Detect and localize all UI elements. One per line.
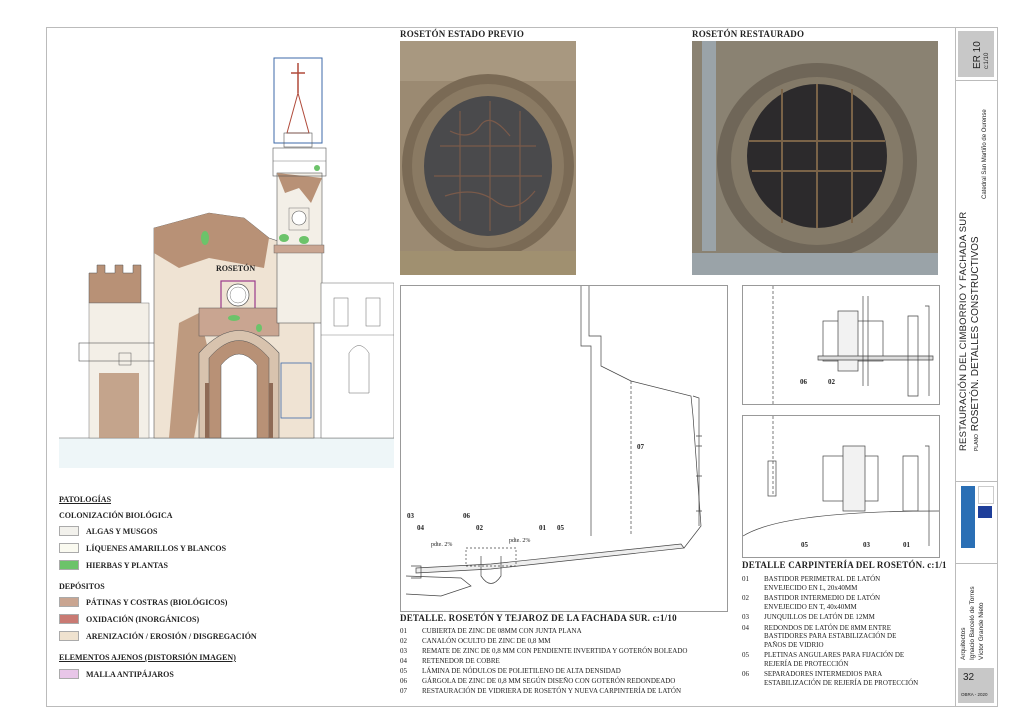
title-block: ER 10 c:1/10 Catedral San Martiño de Our… xyxy=(955,28,997,706)
carpentry-title: DETALLE CARPINTERÍA DEL ROSETÓN. c:1/1 xyxy=(742,560,947,570)
detail-label: 03 xyxy=(863,541,870,549)
legend-swatch xyxy=(59,669,79,679)
carpentry-top-drawing xyxy=(772,286,934,404)
note-row: 06 GÁRGOLA DE ZINC DE 0,8 MM SEGÚN DISEÑO… xyxy=(400,677,676,685)
photo-after-title: ROSETÓN RESTAURADO xyxy=(692,29,805,39)
slope-label: pdte. 2% xyxy=(509,538,531,544)
legend-item: OXIDACIÓN (INORGÁNICOS) xyxy=(59,614,199,624)
detail-label: 05 xyxy=(801,541,808,549)
architect-name: Ignacio Barceló de Torres xyxy=(969,586,976,660)
detail-label: 02 xyxy=(828,378,835,386)
ministry-logo xyxy=(978,486,994,504)
carpentry-detail-top: 06 02 xyxy=(742,285,940,405)
sheet-scale: c:1/10 xyxy=(984,52,990,69)
legend-group-heading: DEPÓSITOS xyxy=(59,582,105,591)
legend-swatch xyxy=(59,597,79,607)
legend-swatch xyxy=(59,614,79,624)
detail-label: 03 xyxy=(407,512,414,520)
foreign-elements-title: ELEMENTOS AJENOS (DISTORSIÓN IMAGEN) xyxy=(59,653,236,662)
legend-swatch xyxy=(59,560,79,570)
carpentry-bottom-drawing xyxy=(742,416,940,546)
photo-before-title: ROSETÓN ESTADO PREVIO xyxy=(400,29,525,39)
note-row: 01 BASTIDOR PERIMETRAL DE LATÓN ENVEJECIDO… xyxy=(742,575,881,592)
note-row: 02 BASTIDOR INTERMEDIO DE LATÓN ENVEJECIDO… xyxy=(742,594,881,611)
legend-swatch xyxy=(59,526,79,536)
legend-item: ARENIZACIÓN / EROSIÓN / DISGREGACIÓN xyxy=(59,631,257,641)
slope-label: pdte. 2% xyxy=(431,542,453,548)
page-number-box: 32 OBRA - 2020 xyxy=(958,668,994,703)
note-row: 01 CUBIERTA DE ZINC DE 08MM CON JUNTA PLA… xyxy=(400,627,582,635)
xunta-logo xyxy=(961,486,975,548)
eu-flag-icon xyxy=(978,506,992,518)
detail-label: 07 xyxy=(637,443,644,451)
sheet-code: ER 10 xyxy=(972,41,983,69)
detail-label: 01 xyxy=(539,524,546,532)
detail-label: 01 xyxy=(903,541,910,549)
photo-after xyxy=(692,41,938,275)
logos xyxy=(958,486,994,556)
photo-before xyxy=(400,41,576,275)
note-row: 06 SEPARADORES INTERMEDIOS PARA ESTABILIZA… xyxy=(742,670,919,687)
legend-title: PATOLOGÍAS xyxy=(59,495,112,504)
pathology-legend: PATOLOGÍAS COLONIZACIÓN BIOLÓGICA ALGAS … xyxy=(59,495,339,695)
detail-main-title: DETALLE. ROSETÓN Y TEJAROZ DE LA FACHADA… xyxy=(400,613,677,623)
architects-label: Arquitectos xyxy=(960,627,967,660)
plan-title: PLANO ROSETÓN. DETALLES CONSTRUCTIVOS xyxy=(970,236,981,451)
architects-panel: Arquitectos Ignacio Barceló de Torres Ví… xyxy=(956,563,997,666)
detail-label: 06 xyxy=(463,512,470,520)
footer-text: OBRA - 2020 xyxy=(961,692,988,697)
architect-name: Víctor Grande Nieto xyxy=(978,602,985,660)
legend-item: HIERBAS Y PLANTAS xyxy=(59,560,168,570)
legend-swatch xyxy=(59,631,79,641)
rose-window-after-image xyxy=(692,41,938,275)
legend-item: MALLA ANTIPÁJAROS xyxy=(59,669,174,679)
detail-main-frame: 03 04 06 02 01 05 07 pdte. 2% pdte. 2% xyxy=(400,285,728,612)
note-row: 03 REMATE DE ZINC DE 0,8 MM CON PENDIENTE… xyxy=(400,647,688,655)
section-detail-drawing xyxy=(405,286,702,597)
legend-swatch xyxy=(59,543,79,553)
carpentry-notes: 01 BASTIDOR PERIMETRAL DE LATÓN ENVEJECIDO… xyxy=(742,575,942,687)
detail-label: 04 xyxy=(417,524,424,532)
detail-label: 02 xyxy=(476,524,483,532)
roseton-label: ROSETÓN xyxy=(216,264,256,273)
legend-item: LÍQUENES AMARILLOS Y BLANCOS xyxy=(59,543,226,553)
legend-item: PÁTINAS Y COSTRAS (BIOLÓGICOS) xyxy=(59,597,227,607)
note-row: 02 CANALÓN OCULTO DE ZINC DE 0,8 MM xyxy=(400,637,551,645)
sheet-code-box: ER 10 c:1/10 xyxy=(958,31,994,77)
page-number: 32 xyxy=(963,672,975,683)
detail-label: 05 xyxy=(557,524,564,532)
project-title: RESTAURACIÓN DEL CIMBORRIO Y FACHADA SUR xyxy=(958,211,969,451)
rose-window-before-image xyxy=(400,41,576,275)
legend-item: ALGAS Y MUSGOS xyxy=(59,526,157,536)
note-row: 04 RETENEDOR DE COBRE xyxy=(400,657,500,665)
legend-group-heading: COLONIZACIÓN BIOLÓGICA xyxy=(59,511,173,520)
note-row: 04 REDONDOS DE LATÓN DE 8MM ENTRE BASTIDOR… xyxy=(742,623,897,649)
note-row: 05 LÁMINA DE NÓDULOS DE POLIETILENO DE AL… xyxy=(400,667,621,675)
title-panel: Catedral San Martiño de Ourense RESTAURA… xyxy=(956,80,997,482)
note-row: 03 JUNQUILLOS DE LATÓN DE 12MM xyxy=(742,613,875,621)
drawing-sheet: ROSETÓN PATOLOGÍAS COLONIZACIÓN BIOLÓGIC… xyxy=(46,27,998,707)
south-facade-elevation xyxy=(59,57,394,468)
note-row: 05 PLETINAS ANGULARES PARA FIJACIÓN DE REJ… xyxy=(742,651,905,668)
location-text: Catedral San Martiño de Ourense xyxy=(982,109,988,199)
detail-label: 06 xyxy=(800,378,807,386)
note-row: 07 RESTAURACIÓN DE VIDRIERA DE ROSETÓN Y … xyxy=(400,687,682,695)
carpentry-detail-bottom: 05 03 01 xyxy=(742,415,940,558)
